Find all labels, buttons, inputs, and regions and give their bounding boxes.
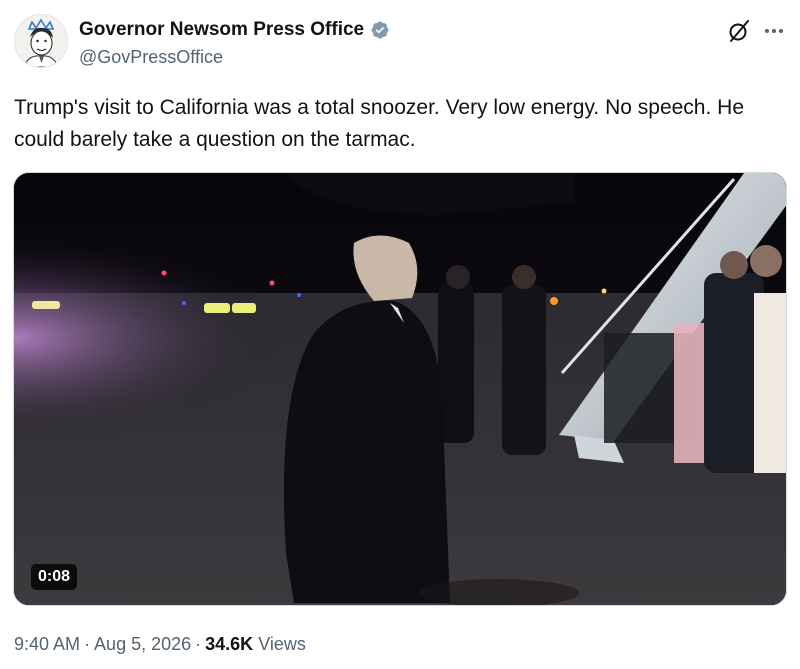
grok-icon[interactable] (726, 18, 752, 44)
video-frame (14, 173, 786, 605)
avatar-cartoon-icon (15, 15, 67, 67)
author-handle[interactable]: @GovPressOffice (79, 46, 223, 68)
tweet-date[interactable]: Aug 5, 2026 (94, 634, 191, 654)
avatar[interactable] (14, 14, 68, 68)
tweet-meta: 9:40 AM · Aug 5, 2026 · 34.6K Views (14, 632, 306, 656)
verified-badge-icon (371, 21, 389, 39)
more-icon[interactable] (763, 20, 785, 42)
views-label: Views (258, 634, 306, 654)
tweet-text: Trump's visit to California was a total … (14, 96, 744, 151)
video-player[interactable]: 0:08 (13, 172, 787, 606)
video-duration-badge: 0:08 (31, 564, 78, 590)
meta-separator: · (195, 634, 202, 654)
views-count: 34.6K (205, 634, 254, 654)
author-display-name[interactable]: Governor Newsom Press Office (79, 18, 364, 42)
meta-separator: · (84, 634, 91, 654)
tweet-time[interactable]: 9:40 AM (14, 634, 80, 654)
author-name-row: Governor Newsom Press Office (79, 18, 390, 42)
